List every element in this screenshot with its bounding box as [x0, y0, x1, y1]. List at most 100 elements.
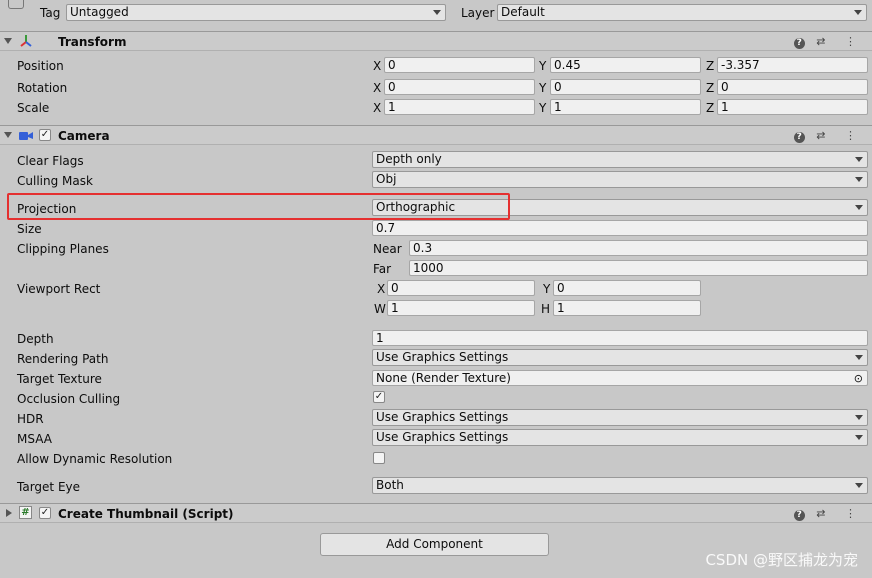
rendering-path-label: Rendering Path — [17, 352, 109, 366]
chevron-down-icon — [855, 177, 863, 182]
clipping-planes-label: Clipping Planes — [17, 242, 109, 256]
size-field[interactable]: 0.7 — [372, 220, 868, 236]
viewport-h-field[interactable]: 1 — [553, 300, 701, 316]
component-header-icons: ? ⇄ ⋮ — [793, 507, 864, 521]
clear-flags-label: Clear Flags — [17, 154, 84, 168]
layer-label: Layer — [461, 6, 495, 20]
culling-mask-dropdown[interactable]: Obj — [372, 171, 868, 188]
viewport-h-label[interactable]: H — [541, 302, 550, 316]
help-icon[interactable]: ? — [793, 132, 805, 143]
scale-z-axis[interactable]: Z — [706, 101, 714, 115]
rotation-x-field[interactable]: 0 — [384, 79, 535, 95]
viewport-w-field[interactable]: 1 — [387, 300, 535, 316]
layer-value: Default — [501, 5, 545, 19]
depth-label: Depth — [17, 332, 54, 346]
viewport-w-label[interactable]: W — [374, 302, 386, 316]
scale-y-field[interactable]: 1 — [550, 99, 701, 115]
chevron-down-icon — [855, 415, 863, 420]
rotation-x-axis[interactable]: X — [373, 81, 381, 95]
rotation-label: Rotation — [17, 81, 68, 95]
component-header-icons: ? ⇄ ⋮ — [793, 129, 864, 143]
camera-header[interactable]: ✓ Camera ? ⇄ ⋮ — [0, 125, 872, 145]
rotation-z-field[interactable]: 0 — [717, 79, 868, 95]
target-eye-dropdown[interactable]: Both — [372, 477, 868, 494]
preset-icon[interactable]: ⇄ — [816, 507, 833, 520]
rendering-path-value: Use Graphics Settings — [376, 350, 509, 364]
near-label[interactable]: Near — [373, 242, 402, 256]
target-texture-value: None (Render Texture) — [376, 371, 511, 385]
kebab-menu-icon[interactable]: ⋮ — [845, 507, 864, 520]
preset-icon[interactable]: ⇄ — [816, 129, 833, 142]
script-component-title: Create Thumbnail (Script) — [58, 507, 234, 521]
hdr-dropdown[interactable]: Use Graphics Settings — [372, 409, 868, 426]
position-y-field[interactable]: 0.45 — [550, 57, 701, 73]
script-component-header[interactable]: # ✓ Create Thumbnail (Script) ? ⇄ ⋮ — [0, 503, 872, 523]
viewport-x-field[interactable]: 0 — [387, 280, 535, 296]
object-picker-icon[interactable]: ⊙ — [854, 372, 863, 385]
position-label: Position — [17, 59, 64, 73]
viewport-rect-label: Viewport Rect — [17, 282, 101, 296]
viewport-x-label[interactable]: X — [377, 282, 385, 296]
chevron-down-icon — [855, 205, 863, 210]
tag-label: Tag — [40, 6, 61, 20]
culling-mask-value: Obj — [376, 172, 397, 186]
size-label: Size — [17, 222, 42, 236]
kebab-menu-icon[interactable]: ⋮ — [845, 129, 864, 142]
tag-dropdown[interactable]: Untagged — [66, 4, 446, 21]
layer-dropdown[interactable]: Default — [497, 4, 867, 21]
scale-y-axis[interactable]: Y — [539, 101, 546, 115]
rotation-y-axis[interactable]: Y — [539, 81, 546, 95]
chevron-down-icon — [855, 483, 863, 488]
position-x-axis[interactable]: X — [373, 59, 381, 73]
depth-field[interactable]: 1 — [372, 330, 868, 346]
transform-icon — [19, 34, 33, 51]
rendering-path-dropdown[interactable]: Use Graphics Settings — [372, 349, 868, 366]
script-enabled-checkbox[interactable]: ✓ — [39, 507, 51, 519]
far-field[interactable]: 1000 — [409, 260, 868, 276]
foldout-arrow-icon[interactable] — [4, 132, 12, 138]
help-icon[interactable]: ? — [793, 510, 805, 521]
position-y-axis[interactable]: Y — [539, 59, 546, 73]
chevron-down-icon — [855, 157, 863, 162]
msaa-value: Use Graphics Settings — [376, 430, 509, 444]
position-z-axis[interactable]: Z — [706, 59, 714, 73]
preset-icon[interactable]: ⇄ — [816, 35, 833, 48]
viewport-y-field[interactable]: 0 — [553, 280, 701, 296]
chevron-down-icon — [854, 10, 862, 15]
scale-z-field[interactable]: 1 — [717, 99, 868, 115]
camera-enabled-checkbox[interactable]: ✓ — [39, 129, 51, 141]
foldout-arrow-icon[interactable] — [6, 509, 12, 517]
viewport-y-label[interactable]: Y — [543, 282, 550, 296]
msaa-label: MSAA — [17, 432, 52, 446]
scale-x-axis[interactable]: X — [373, 101, 381, 115]
scale-x-field[interactable]: 1 — [384, 99, 535, 115]
watermark: CSDN @野区捕龙为宠 — [705, 551, 858, 569]
transform-header[interactable]: Transform ? ⇄ ⋮ — [0, 31, 872, 51]
occlusion-culling-label: Occlusion Culling — [17, 392, 121, 406]
target-texture-field[interactable]: None (Render Texture) ⊙ — [372, 370, 868, 386]
target-eye-value: Both — [376, 478, 404, 492]
component-header-icons: ? ⇄ ⋮ — [793, 35, 864, 49]
foldout-arrow-icon[interactable] — [4, 38, 12, 44]
far-label[interactable]: Far — [373, 262, 391, 276]
help-icon[interactable]: ? — [793, 38, 805, 49]
position-x-field[interactable]: 0 — [384, 57, 535, 73]
add-component-button[interactable]: Add Component — [320, 533, 549, 556]
scale-label: Scale — [17, 101, 50, 115]
rotation-y-field[interactable]: 0 — [550, 79, 701, 95]
camera-icon — [19, 130, 33, 144]
kebab-menu-icon[interactable]: ⋮ — [845, 35, 864, 48]
projection-highlight-box — [7, 193, 510, 220]
target-eye-label: Target Eye — [17, 480, 81, 494]
hdr-value: Use Graphics Settings — [376, 410, 509, 424]
target-texture-label: Target Texture — [17, 372, 102, 386]
occlusion-culling-checkbox[interactable]: ✓ — [373, 391, 385, 403]
clear-flags-dropdown[interactable]: Depth only — [372, 151, 868, 168]
clear-flags-value: Depth only — [376, 152, 442, 166]
near-field[interactable]: 0.3 — [409, 240, 868, 256]
position-z-field[interactable]: -3.357 — [717, 57, 868, 73]
msaa-dropdown[interactable]: Use Graphics Settings — [372, 429, 868, 446]
gameobject-icon — [8, 0, 24, 9]
allow-dynamic-resolution-checkbox[interactable] — [373, 452, 385, 464]
rotation-z-axis[interactable]: Z — [706, 81, 714, 95]
